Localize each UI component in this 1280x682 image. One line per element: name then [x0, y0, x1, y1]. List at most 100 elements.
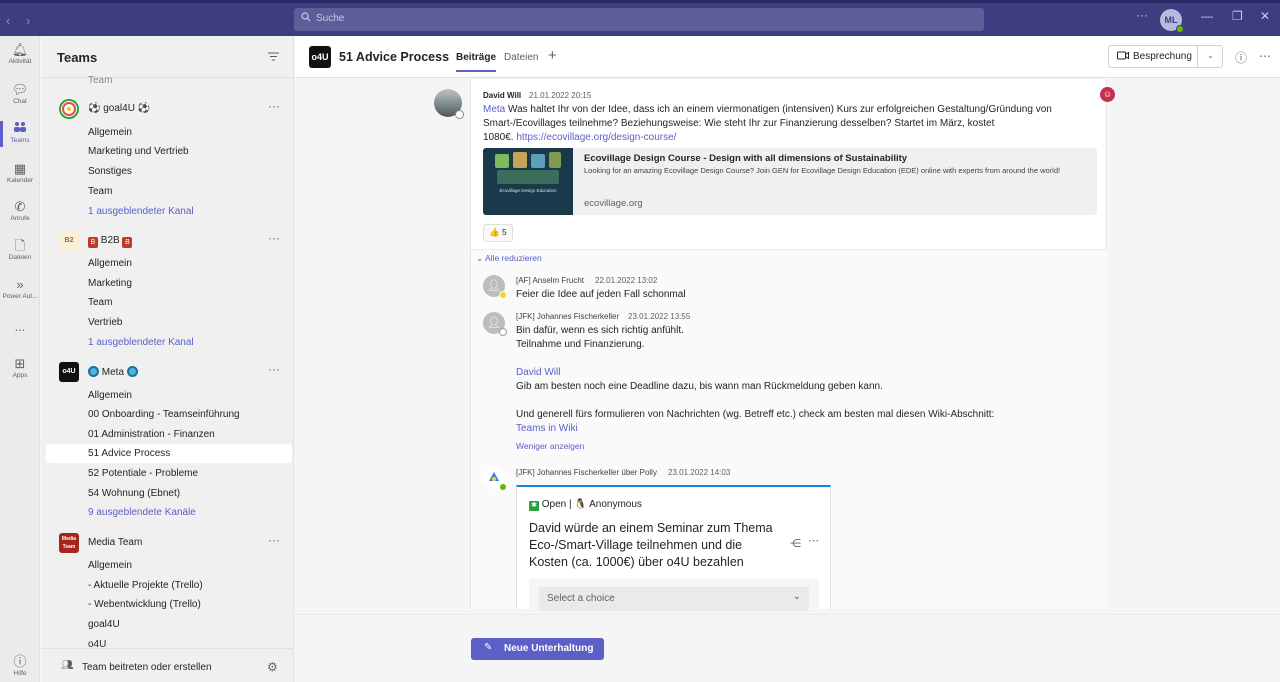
soccer-ball-icon: ⚽	[88, 103, 101, 114]
rail-item-files[interactable]: 🗋︎ Dateien	[0, 238, 40, 261]
tab-files[interactable]: Dateien	[504, 52, 538, 63]
rail-item-chat[interactable]: 💬︎ Chat	[0, 82, 40, 105]
new-conversation-button[interactable]: ✎ Neue Unterhaltung	[471, 638, 604, 660]
team-goal4u[interactable]: ⚽ goal4U ⚽ ···	[41, 99, 293, 121]
team-more-icon[interactable]: ···	[268, 231, 280, 245]
team-media[interactable]: Media Team Media Team ···	[41, 533, 293, 555]
open-status-icon: ✱	[529, 501, 539, 511]
channel-item[interactable]: Team	[88, 186, 112, 197]
thumb-tile	[513, 152, 527, 168]
reaction-like[interactable]: 👍 5	[483, 224, 513, 242]
channel-item[interactable]: 52 Potentiale - Probleme	[88, 468, 198, 479]
channel-item[interactable]: Marketing	[88, 278, 132, 289]
author-avatar[interactable]	[434, 89, 464, 119]
reply-author[interactable]: [JFK] Johannes Fischerkeller über Polly	[516, 468, 657, 477]
show-less-link[interactable]: Weniger anzeigen	[516, 441, 584, 451]
post-author[interactable]: David Will	[483, 91, 521, 100]
channel-item[interactable]: 01 Administration - Finanzen	[88, 429, 215, 440]
user-avatar[interactable]: ML	[1160, 9, 1184, 33]
reply-text: Gib am besten noch eine Deadline dazu, b…	[516, 381, 883, 392]
channel-item[interactable]: 54 Wohnung (Ebnet)	[88, 488, 180, 499]
channel-item[interactable]: 00 Onboarding - Teamseinführung	[88, 409, 240, 420]
forward-arrow-icon[interactable]: ›	[26, 13, 30, 28]
hidden-channels-link[interactable]: 1 ausgeblendeter Kanal	[88, 337, 194, 348]
hidden-channels-link[interactable]: 1 ausgeblendeter Kanal	[88, 206, 194, 217]
info-icon[interactable]: ⓘ	[1235, 49, 1247, 66]
channel-item[interactable]: Sonstiges	[88, 166, 132, 177]
thumb-tile	[495, 154, 509, 168]
hidden-channels-link[interactable]: 9 ausgeblendete Kanäle	[88, 507, 196, 518]
team-logo-goal4u	[59, 99, 79, 119]
rail-item-activity[interactable]: 🔔︎ Aktivität	[0, 42, 40, 65]
rail-item-apps[interactable]: ⊞ Apps	[0, 356, 40, 379]
channel-item[interactable]: Allgemein	[88, 258, 132, 269]
post-url[interactable]: https://ecovillage.org/design-course/	[516, 132, 676, 143]
search-input[interactable]: Suche	[294, 8, 984, 31]
reply-mention[interactable]: David Will	[516, 367, 560, 378]
wiki-link[interactable]: Teams in Wiki	[516, 423, 578, 434]
meeting-button[interactable]: Besprechung ⌄	[1108, 45, 1223, 68]
channel-item[interactable]: Team	[88, 297, 112, 308]
rail-label: Teams	[10, 137, 30, 144]
tab-posts[interactable]: Beiträge	[456, 52, 497, 72]
reply-avatar[interactable]: 👤︎	[483, 312, 507, 336]
teams-header: Teams	[57, 50, 98, 65]
rail-item-teams[interactable]: Teams	[0, 121, 40, 147]
reply-author[interactable]: [JFK] Johannes Fischerkeller	[516, 312, 619, 321]
polly-avatar[interactable]	[483, 467, 507, 491]
channel-item[interactable]: Allgemein	[88, 560, 132, 571]
channel-item[interactable]: Marketing und Vertrieb	[88, 146, 189, 157]
team-name-text: goal4U	[103, 103, 135, 114]
post-mention[interactable]: Meta	[483, 104, 505, 115]
link-preview-title: Ecovillage Design Course - Design with a…	[584, 153, 908, 164]
rail-item-help[interactable]: ⓘ Hilfe	[0, 654, 40, 677]
channel-item[interactable]: goal4U	[88, 619, 120, 630]
channel-item[interactable]: Allgemein	[88, 390, 132, 401]
poll-more-icon[interactable]: ⋯	[808, 534, 819, 547]
reply-author[interactable]: [AF] Anselm Frucht	[516, 276, 584, 285]
maximize-icon[interactable]: ❐	[1232, 9, 1243, 23]
main-pane: o4U 51 Advice Process Beiträge Dateien +…	[295, 36, 1280, 682]
rail-label: Power Aut...	[2, 293, 38, 300]
channel-item[interactable]: - Webentwicklung (Trello)	[88, 599, 201, 610]
team-more-icon[interactable]: ···	[268, 533, 280, 547]
channel-item-selected[interactable]: 51 Advice Process	[46, 444, 292, 463]
rail-item-calls[interactable]: ✆ Anrufe	[0, 199, 40, 222]
filter-icon[interactable]	[268, 50, 279, 64]
team-b2b[interactable]: B2 B B2B B ···	[41, 231, 293, 253]
settings-more-icon[interactable]: ···	[1136, 8, 1148, 22]
presence-available-icon	[1176, 25, 1184, 33]
join-create-team-link[interactable]: Team beitreten oder erstellen	[82, 662, 212, 673]
close-icon[interactable]: ✕	[1260, 9, 1270, 23]
title-bar: ‹ › Suche ··· ML — ❐ ✕	[0, 0, 1280, 36]
rail-item-calendar[interactable]: ▦ Kalender	[0, 161, 40, 184]
collapse-all-link[interactable]: ⌄ Alle reduzieren	[476, 253, 542, 264]
rail-item-more[interactable]: ...	[0, 319, 40, 335]
team-name: Meta	[88, 366, 138, 378]
reply-text: Und generell fürs formulieren von Nachri…	[516, 409, 995, 420]
channel-item[interactable]: Team	[88, 75, 112, 86]
link-preview-card[interactable]: Ecovillage Design Education Ecovillage D…	[483, 148, 1097, 215]
team-logo-meta: o4U	[59, 362, 79, 382]
post-body: Meta Was haltet Ihr von der Idee, dass i…	[483, 103, 1093, 145]
poll-choice-select[interactable]: Select a choice ⌄	[539, 587, 809, 611]
rail-label: Aktivität	[8, 58, 32, 65]
divider	[295, 614, 1280, 615]
channel-item[interactable]: - Aktuelle Projekte (Trello)	[88, 580, 203, 591]
back-arrow-icon[interactable]: ‹	[6, 13, 10, 28]
gear-icon[interactable]: ⚙	[267, 660, 278, 674]
channel-item[interactable]: Vertrieb	[88, 317, 122, 328]
team-more-icon[interactable]: ···	[268, 362, 280, 376]
team-more-icon[interactable]: ···	[268, 99, 280, 113]
reply-avatar[interactable]: 👤︎	[483, 275, 507, 299]
chevron-down-icon[interactable]: ⌄	[1197, 46, 1223, 67]
add-tab-icon[interactable]: +	[548, 47, 557, 64]
reaction-badge-icon[interactable]: ☺	[1100, 87, 1115, 102]
share-icon[interactable]: ⋲	[790, 537, 801, 550]
minimize-icon[interactable]: —	[1201, 9, 1213, 23]
rail-item-power-automate[interactable]: » Power Aut...	[0, 277, 40, 300]
team-meta[interactable]: o4U Meta ···	[41, 362, 293, 384]
apps-icon: ⊞	[14, 356, 26, 371]
channel-item[interactable]: Allgemein	[88, 127, 132, 138]
more-options-icon[interactable]: ⋯	[1259, 49, 1271, 63]
